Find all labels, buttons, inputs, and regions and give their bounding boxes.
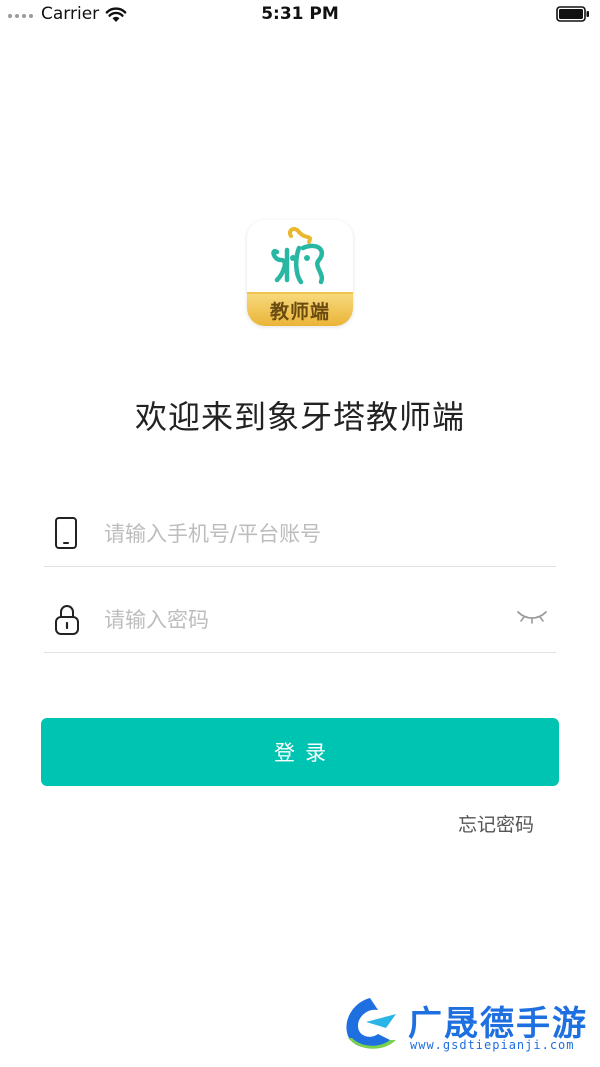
password-input[interactable] — [104, 600, 504, 640]
status-time: 5:31 PM — [261, 4, 339, 24]
lock-icon — [55, 605, 79, 635]
app-logo-badge: 教师端 — [247, 292, 353, 326]
watermark-logo-icon — [346, 998, 396, 1049]
watermark-url: www.gsdtiepianji.com — [410, 1038, 575, 1052]
page-title: 欢迎来到象牙塔教师端 — [134, 398, 465, 436]
battery-icon — [556, 6, 589, 22]
watermark: 广晟德手游 www.gsdtiepianji.com — [340, 994, 598, 1056]
elephant-logo-icon — [271, 227, 325, 285]
phone-icon — [55, 517, 77, 549]
eye-closed-icon[interactable] — [516, 608, 548, 624]
password-field — [44, 594, 556, 653]
forgot-password-link[interactable]: 忘记密码 — [458, 810, 534, 837]
status-bar: Carrier 5:31 PM — [0, 0, 600, 30]
phone-input[interactable] — [104, 514, 504, 554]
login-button[interactable]: 登录 — [41, 718, 559, 786]
phone-field — [44, 508, 556, 567]
app-logo: 教师端 — [247, 220, 353, 326]
